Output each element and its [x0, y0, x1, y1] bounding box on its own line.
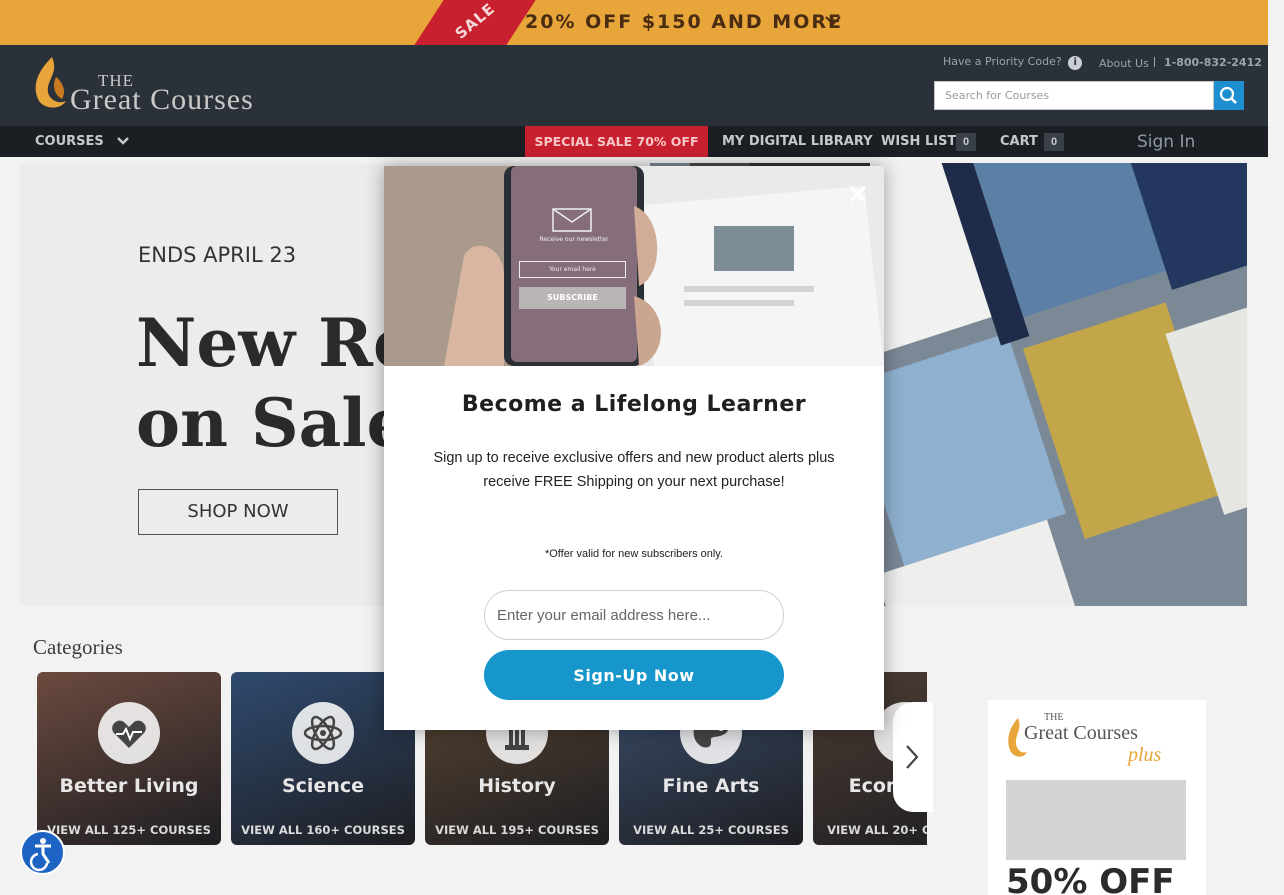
newsletter-modal: Receive our newsletter Your email here S… [384, 166, 884, 730]
site-logo[interactable]: THE Great Courses [30, 53, 320, 116]
promo-offer-text: 20% OFF $150 AND MORE [525, 11, 843, 33]
heart-pulse-icon [98, 702, 160, 764]
phone-subscribe-button: SUBSCRIBE [519, 287, 626, 309]
phone-caption: Receive our newsletter [539, 236, 609, 243]
chevron-down-icon[interactable] [116, 134, 130, 148]
nav-special-sale[interactable]: SPECIAL SALE 70% OFF [525, 126, 708, 157]
about-us-link[interactable]: About Us [1099, 57, 1149, 70]
envelope-icon [552, 208, 592, 232]
category-name: Fine Arts [662, 775, 760, 797]
nav-digital-library[interactable]: MY DIGITAL LIBRARY [722, 134, 873, 149]
category-name: Science [281, 775, 365, 797]
info-icon[interactable]: i [1068, 56, 1083, 70]
great-courses-plus-ad[interactable]: THE Great Courses plus 50% OFF [988, 700, 1206, 895]
categories-heading: Categories [33, 635, 123, 659]
carousel-next-button[interactable] [893, 702, 933, 812]
atom-icon [292, 702, 354, 764]
search-icon [1219, 86, 1237, 104]
plus-logo-great-courses: Great Courses [1024, 722, 1138, 744]
accessibility-button[interactable] [20, 830, 65, 875]
cart-count: 0 [1044, 133, 1064, 151]
logo-text-great-courses: Great Courses [70, 83, 254, 116]
plus-logo-plus: plus [1128, 744, 1162, 766]
phone-email-field: Your email here [519, 261, 626, 278]
sign-in-link[interactable]: Sign In [1137, 132, 1195, 152]
close-icon[interactable] [846, 182, 870, 206]
flame-logo-icon [35, 57, 66, 108]
phone-number[interactable]: 1-800-832-2412 [1164, 56, 1262, 69]
sign-up-button[interactable]: Sign-Up Now [484, 650, 784, 700]
main-nav: COURSES SPECIAL SALE 70% OFF MY DIGITAL … [0, 126, 1268, 157]
category-name: History [478, 775, 556, 797]
nav-courses[interactable]: COURSES [35, 134, 104, 149]
category-name: Better Living [59, 775, 199, 797]
newsletter-phone-photo: Receive our newsletter Your email here S… [384, 166, 884, 366]
plus-ad-mosaic-image [1006, 780, 1186, 860]
hero-headline: New Re on Sale [136, 304, 415, 462]
promo-banner[interactable]: SALE 20% OFF $150 AND MORE [0, 0, 1268, 45]
modal-description: Sign up to receive exclusive offers and … [433, 450, 835, 490]
modal-offer-note: *Offer valid for new subscribers only. [544, 548, 724, 560]
priority-code-label: Have a Priority Code? [943, 55, 1062, 68]
email-field[interactable] [484, 590, 784, 640]
modal-title: Become a Lifelong Learner [461, 392, 807, 417]
priority-code-link[interactable]: Have a Priority Code? i [943, 55, 1083, 70]
plus-ad-offer: 50% OFF [1006, 862, 1175, 895]
header-divider [1154, 57, 1155, 67]
nav-cart[interactable]: CART [1000, 134, 1038, 149]
search-input[interactable] [934, 81, 1214, 110]
site-header: THE Great Courses Have a Priority Code? … [0, 45, 1268, 126]
chevron-down-icon[interactable] [824, 12, 842, 30]
chevron-right-icon [906, 745, 919, 769]
shop-now-button[interactable]: SHOP NOW [138, 489, 338, 535]
nav-wish-list[interactable]: WISH LIST [881, 134, 956, 149]
category-view-all[interactable]: VIEW ALL 195+ COURSES [425, 823, 609, 837]
category-tile-better-living[interactable]: Better Living VIEW ALL 125+ COURSES [37, 672, 221, 845]
wish-list-count: 0 [956, 133, 976, 151]
accessibility-icon [29, 838, 51, 872]
category-view-all[interactable]: VIEW ALL 25+ COURSES [619, 823, 803, 837]
category-view-all[interactable]: VIEW ALL 160+ COURSES [231, 823, 415, 837]
hero-ends-date: ENDS APRIL 23 [138, 243, 297, 267]
category-view-all[interactable]: VIEW ALL 20+ COURSES [813, 823, 927, 837]
category-view-all[interactable]: VIEW ALL 125+ COURSES [37, 823, 221, 837]
search-button[interactable] [1214, 81, 1244, 110]
